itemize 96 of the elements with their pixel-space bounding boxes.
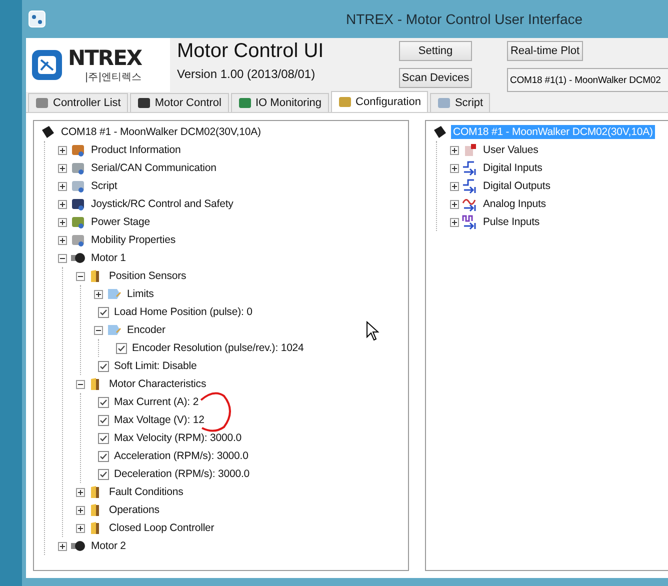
scan-devices-button[interactable]: Scan Devices [399,68,472,88]
expand-icon[interactable] [450,182,459,190]
chip-icon [40,124,56,140]
expand-icon[interactable] [450,146,459,154]
tree-item[interactable]: Fault Conditions [107,485,186,499]
tree-item[interactable]: Serial/CAN Communication [89,161,218,175]
motor-icon [70,538,86,554]
tree-item[interactable]: Load Home Position (pulse): 0 [112,305,254,319]
tab[interactable]: Script [430,93,490,112]
logo-icon [30,48,64,82]
collapse-icon[interactable] [94,326,103,334]
tree-item[interactable]: Position Sensors [107,269,188,283]
tree-item[interactable]: Power Stage [89,215,152,229]
page-icon [106,286,122,302]
expand-icon[interactable] [76,488,85,496]
tree-item[interactable]: Max Current (A): 2 [112,395,201,409]
tree-item[interactable]: Product Information [89,143,183,157]
collapse-icon[interactable] [76,272,85,280]
app-icon [28,10,46,28]
logo-subtitle: |주|엔티렉스 [84,71,142,84]
category-icon [70,232,86,248]
tab-icon [35,97,49,109]
app-title: Motor Control UI [177,40,325,63]
expand-icon[interactable] [450,200,459,208]
tab[interactable]: IO Monitoring [230,93,329,112]
checkbox[interactable] [98,432,109,444]
tree-item[interactable]: Script [89,179,120,193]
tree-item[interactable]: Encoder [125,323,168,337]
expand-icon[interactable] [76,524,85,532]
category-icon [70,196,86,212]
tree-item[interactable]: Digital Inputs [481,161,544,175]
chip-icon [432,124,448,140]
expand-icon[interactable] [58,236,67,244]
page-icon [106,322,122,338]
expand-icon[interactable] [58,218,67,226]
expand-icon[interactable] [76,506,85,514]
tree-item[interactable]: Mobility Properties [89,233,178,247]
tree-item[interactable]: Max Voltage (V): 12 [112,413,206,427]
expand-icon[interactable] [450,218,459,226]
tree-item[interactable]: COM18 #1 - MoonWalker DCM02(30V,10A) [59,125,263,139]
checkbox[interactable] [98,450,109,462]
tree-item[interactable]: Soft Limit: Disable [112,359,199,373]
checkbox[interactable] [98,468,109,480]
checkbox[interactable] [98,396,109,408]
motor-icon [70,250,86,266]
tree-item[interactable]: Motor 1 [89,251,128,265]
collapse-icon[interactable] [76,380,85,388]
tree-item[interactable]: Digital Outputs [481,179,552,193]
category-icon [70,142,86,158]
expand-icon[interactable] [58,146,67,154]
logo-name: NTREX [68,46,142,70]
expand-icon[interactable] [58,200,67,208]
tree-item[interactable]: Pulse Inputs [481,215,542,229]
tab[interactable]: Configuration [330,91,428,112]
checkbox[interactable] [98,360,109,372]
cursor-icon [366,321,380,341]
collapse-icon[interactable] [58,254,67,262]
document-icon [462,142,478,158]
setting-button[interactable]: Setting [399,41,472,61]
signal-icon [462,160,478,176]
tree-item[interactable]: Motor 2 [89,539,128,553]
expand-icon[interactable] [450,164,459,172]
device-dropdown[interactable]: COM18 #1(1) - MoonWalker DCM02 [507,68,668,92]
expand-icon[interactable] [94,290,103,298]
category-icon [70,214,86,230]
tree-item[interactable]: Deceleration (RPM/s): 3000.0 [112,467,252,481]
tab-icon [136,97,151,109]
tab-icon [436,97,451,109]
window-title: NTREX - Motor Control User Interface [346,11,583,27]
tree-item[interactable]: Joystick/RC Control and Safety [89,197,236,211]
category-icon [70,160,86,176]
tree-item[interactable]: Motor Characteristics [107,377,208,391]
signal-icon [462,196,478,212]
tab-icon [238,97,252,109]
category-icon [70,178,86,194]
tree-item[interactable]: Limits [125,287,156,301]
real-time-plot-button[interactable]: Real-time Plot [507,41,583,61]
tree-item[interactable]: Acceleration (RPM/s): 3000.0 [112,449,250,463]
checkbox[interactable] [98,414,109,426]
tree-item[interactable]: Max Velocity (RPM): 3000.0 [112,431,244,445]
tree-item[interactable]: Analog Inputs [481,197,548,211]
expand-icon[interactable] [58,164,67,172]
tab[interactable]: Motor Control [130,93,228,112]
version-text: Version 1.00 (2013/08/01) [177,67,316,81]
checkbox[interactable] [116,342,127,354]
tree-item[interactable]: Closed Loop Controller [107,521,216,535]
tab[interactable]: Controller List [28,93,128,112]
tree-item[interactable]: Encoder Resolution (pulse/rev.): 1024 [130,341,306,355]
expand-icon[interactable] [58,542,67,550]
expand-icon[interactable] [58,182,67,190]
tree-item[interactable]: Operations [107,503,162,517]
checkbox[interactable] [98,306,109,318]
signal-icon [462,178,478,194]
signal-icon [462,214,478,230]
tree-item[interactable]: User Values [481,143,540,157]
tab-icon [338,96,352,108]
